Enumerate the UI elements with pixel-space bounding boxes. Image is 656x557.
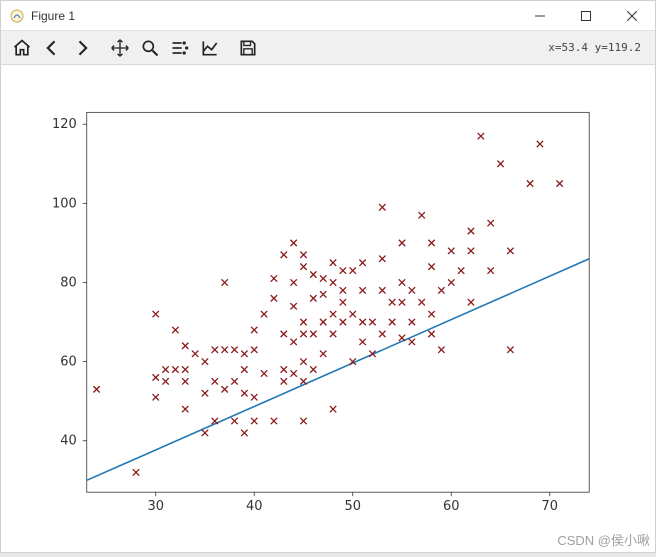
- scatter-plot: 30 40 50 60 70 40 60 80 100 120: [1, 65, 655, 552]
- svg-text:60: 60: [60, 355, 76, 370]
- svg-text:40: 40: [246, 500, 262, 515]
- close-button[interactable]: [609, 1, 655, 31]
- watermark: CSDN @侯小啾: [557, 530, 650, 549]
- pan-button[interactable]: [105, 33, 135, 63]
- axes-button[interactable]: [195, 33, 225, 63]
- minimize-button[interactable]: [517, 1, 563, 31]
- maximize-button[interactable]: [563, 1, 609, 31]
- zoom-button[interactable]: [135, 33, 165, 63]
- forward-button[interactable]: [67, 33, 97, 63]
- plot-canvas[interactable]: 30 40 50 60 70 40 60 80 100 120: [1, 65, 655, 552]
- figure-window: Figure 1: [0, 0, 656, 553]
- subplots-button[interactable]: [165, 33, 195, 63]
- coord-readout: x=53.4 y=119.2: [548, 41, 649, 54]
- titlebar[interactable]: Figure 1: [1, 1, 655, 31]
- svg-text:100: 100: [52, 197, 77, 212]
- save-button[interactable]: [233, 33, 263, 63]
- svg-text:40: 40: [60, 434, 76, 449]
- home-button[interactable]: [7, 33, 37, 63]
- svg-text:50: 50: [345, 500, 361, 515]
- svg-text:70: 70: [542, 500, 558, 515]
- app-icon: [9, 8, 25, 24]
- svg-text:30: 30: [147, 500, 163, 515]
- svg-text:120: 120: [52, 118, 77, 133]
- svg-text:80: 80: [60, 276, 76, 291]
- window-title: Figure 1: [31, 9, 517, 23]
- toolbar: x=53.4 y=119.2: [1, 31, 655, 65]
- back-button[interactable]: [37, 33, 67, 63]
- svg-text:60: 60: [443, 500, 459, 515]
